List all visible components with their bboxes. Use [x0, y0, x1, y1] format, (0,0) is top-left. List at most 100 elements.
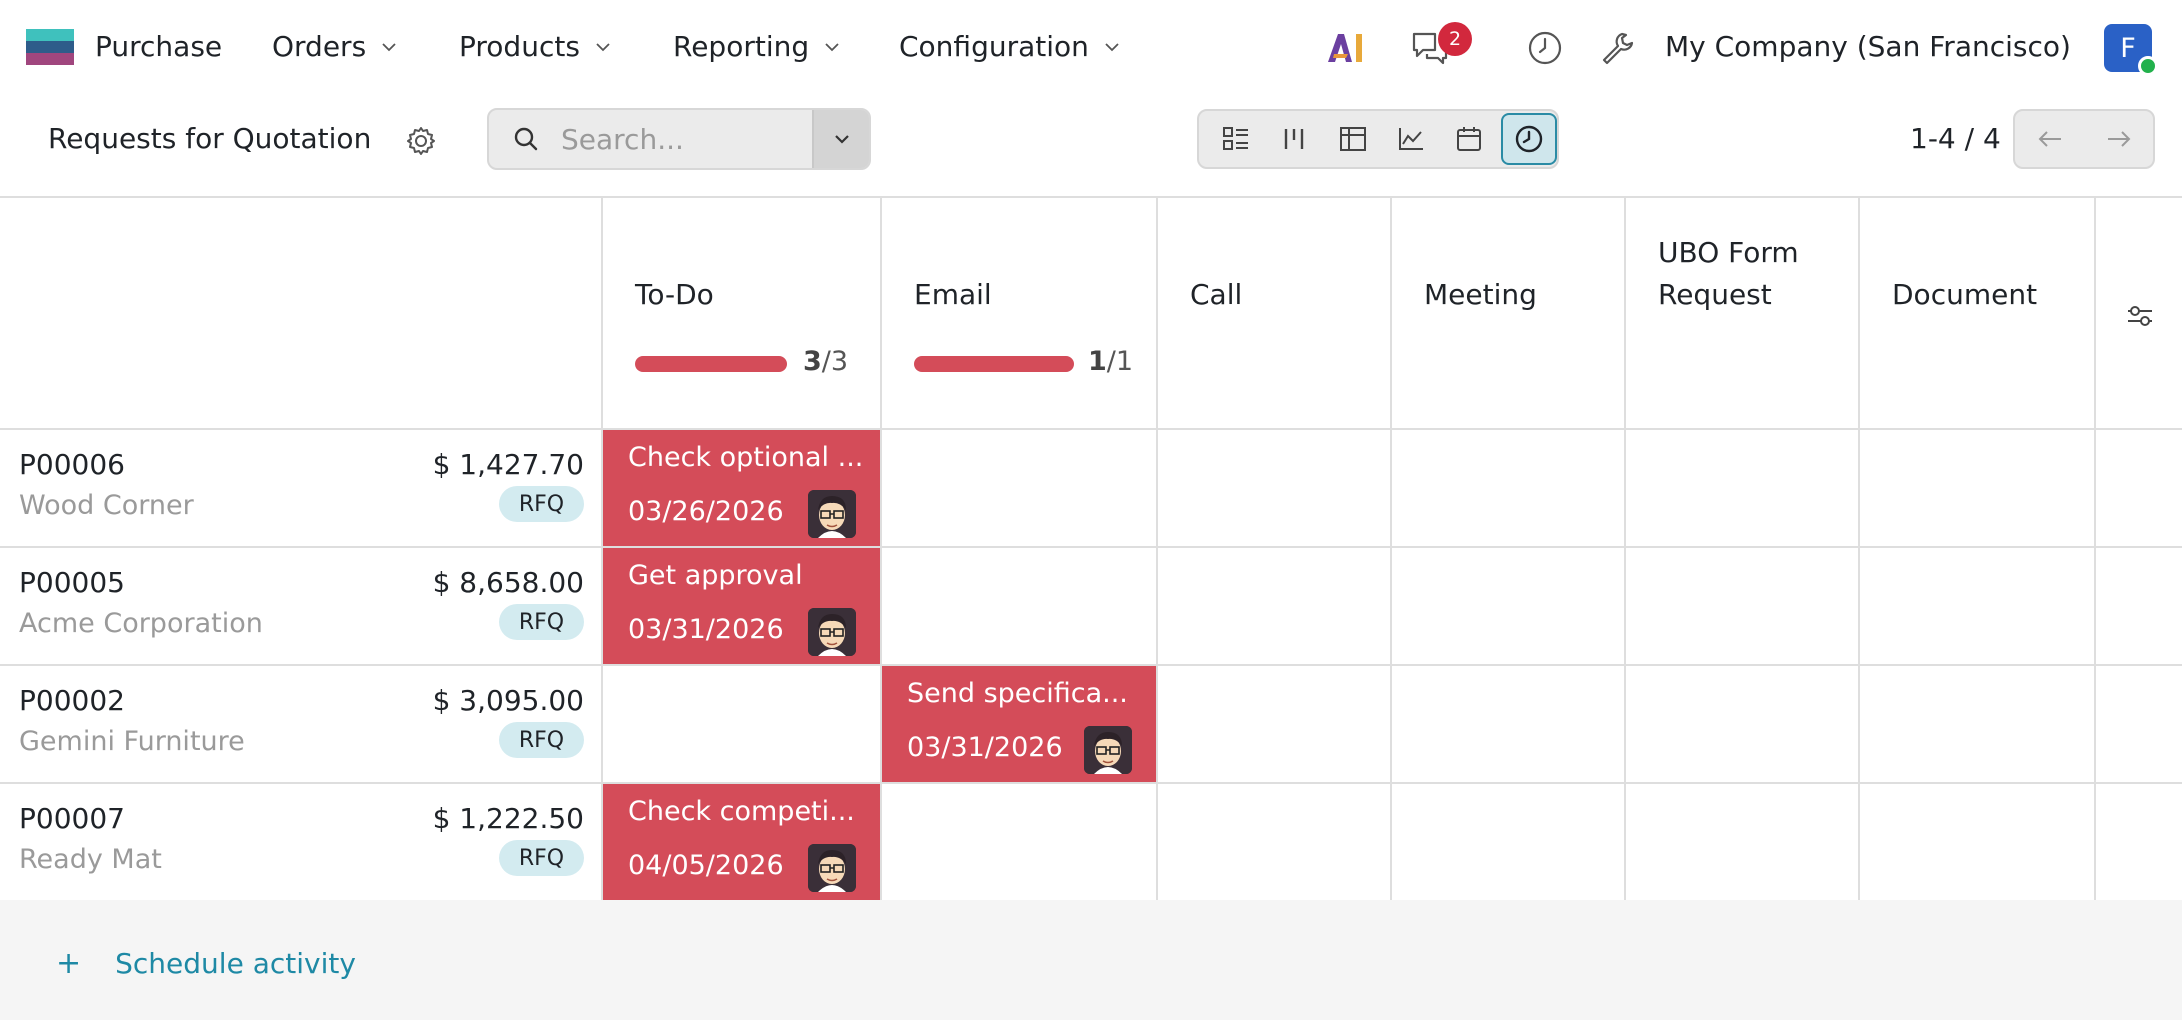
column-title-line2: Request: [1658, 278, 1772, 311]
search-input[interactable]: [561, 122, 801, 156]
arrow-right-icon: [2107, 131, 2130, 147]
record-amount: $ 1,222.50: [432, 802, 584, 835]
pager-previous-button[interactable]: [2015, 111, 2084, 167]
column-settings-icon[interactable]: [2126, 302, 2154, 330]
menu-products-label: Products: [459, 30, 580, 63]
status-badge: RFQ: [499, 486, 584, 522]
activity-summary: Send specifica...: [907, 678, 1128, 709]
menu-products[interactable]: Products: [459, 30, 612, 63]
assignee-avatar[interactable]: [1084, 726, 1132, 774]
activity-view-icon: [1515, 125, 1542, 153]
online-status-dot: [2138, 56, 2158, 76]
ai-icon[interactable]: [1326, 30, 1366, 66]
record-name: P00006: [19, 448, 125, 481]
clock-icon: [1528, 31, 1562, 65]
activity-cell[interactable]: Get approval 03/31/2026: [603, 548, 880, 664]
record-partner: Acme Corporation: [19, 608, 263, 639]
chevron-down-icon: [825, 42, 839, 51]
search-bar: [487, 108, 871, 170]
activity-cell[interactable]: Check optional ... 03/26/2026: [603, 430, 880, 546]
column-header-ubo-form-request[interactable]: UBO Form Request: [1624, 198, 1858, 428]
activity-due-date: 03/31/2026: [628, 614, 784, 645]
table-row[interactable]: P00007 Ready Mat $ 1,222.50 RFQ: [0, 784, 584, 900]
column-title: Meeting: [1424, 278, 1537, 311]
menu-reporting-label: Reporting: [673, 30, 810, 63]
gear-icon[interactable]: [404, 124, 438, 158]
activity-due-date: 03/26/2026: [628, 496, 784, 527]
search-field: [489, 110, 812, 168]
company-switcher[interactable]: My Company (San Francisco): [1665, 30, 2071, 63]
record-partner: Gemini Furniture: [19, 726, 245, 757]
purchase-app-logo[interactable]: [26, 29, 74, 65]
activity-grid: To-Do 3/3 Email 1/1 Call Meeting UBO For…: [0, 196, 2182, 902]
user-avatar[interactable]: F: [2104, 24, 2158, 76]
activity-cell[interactable]: Check competi... 04/05/2026: [603, 784, 880, 900]
view-switcher: [1197, 109, 1559, 169]
pivot-view-button[interactable]: [1324, 113, 1382, 165]
column-title: To-Do: [635, 278, 714, 311]
menu-orders[interactable]: Orders: [272, 30, 398, 63]
chevron-down-icon: [596, 42, 610, 51]
search-options-toggle[interactable]: [812, 110, 869, 168]
menu-reporting[interactable]: Reporting: [673, 30, 841, 63]
email-progress-bar[interactable]: [914, 356, 1074, 372]
record-name: P00005: [19, 566, 125, 599]
activity-due-date: 04/05/2026: [628, 850, 784, 881]
calendar-view-icon: [1457, 127, 1482, 151]
kanban-view-button[interactable]: [1265, 113, 1323, 165]
assignee-avatar[interactable]: [808, 608, 856, 656]
grid-footer: + Schedule activity: [0, 900, 2182, 1020]
debug-wrench-icon[interactable]: [1598, 29, 1636, 67]
pager-buttons: [2013, 109, 2155, 169]
wrench-icon: [1602, 32, 1634, 65]
column-title: Document: [1892, 278, 2038, 311]
plus-icon: +: [56, 946, 82, 981]
menu-orders-label: Orders: [272, 30, 367, 63]
activity-view-button[interactable]: [1500, 113, 1558, 165]
record-amount: $ 3,095.00: [432, 684, 584, 717]
assignee-avatar[interactable]: [808, 490, 856, 538]
pager-next-button[interactable]: [2084, 111, 2153, 167]
table-row[interactable]: P00006 Wood Corner $ 1,427.70 RFQ: [0, 430, 584, 546]
calendar-view-button[interactable]: [1440, 113, 1498, 165]
arrow-left-icon: [2038, 131, 2061, 147]
table-row[interactable]: P00005 Acme Corporation $ 8,658.00 RFQ: [0, 548, 584, 664]
graph-view-button[interactable]: [1382, 113, 1440, 165]
record-partner: Ready Mat: [19, 844, 162, 875]
record-amount: $ 8,658.00: [432, 566, 584, 599]
column-title: Email: [914, 278, 992, 311]
menu-configuration[interactable]: Configuration: [899, 30, 1121, 63]
pager-value[interactable]: 1-4 / 4: [1910, 122, 2001, 155]
status-badge: RFQ: [499, 840, 584, 876]
record-partner: Wood Corner: [19, 490, 194, 521]
column-header-email[interactable]: Email 1/1: [880, 198, 1156, 428]
todo-progress-bar[interactable]: [635, 356, 787, 372]
top-navbar: Purchase Orders Products Reporting Confi…: [0, 0, 2182, 96]
graph-view-icon: [1399, 128, 1424, 150]
activity-summary: Get approval: [628, 560, 803, 591]
status-badge: RFQ: [499, 722, 584, 758]
schedule-activity-button[interactable]: + Schedule activity: [56, 946, 356, 981]
page-title[interactable]: Requests for Quotation: [48, 122, 371, 155]
table-row[interactable]: P00002 Gemini Furniture $ 3,095.00 RFQ: [0, 666, 584, 782]
column-title: UBO Form: [1658, 236, 1799, 269]
search-icon: [514, 127, 538, 151]
list-view-icon: [1223, 127, 1249, 150]
todo-progress-count: 3/3: [803, 346, 849, 377]
chevron-down-icon: [834, 135, 849, 144]
assignee-avatar[interactable]: [808, 844, 856, 892]
column-header-todo[interactable]: To-Do 3/3: [601, 198, 880, 428]
list-view-button[interactable]: [1207, 113, 1265, 165]
activity-due-date: 03/31/2026: [907, 732, 1063, 763]
ai-logo-icon: [1328, 34, 1362, 62]
chevron-down-icon: [1105, 42, 1119, 51]
column-header-call[interactable]: Call: [1156, 198, 1390, 428]
column-header-document[interactable]: Document: [1858, 198, 2094, 428]
activity-cell[interactable]: Send specifica... 03/31/2026: [882, 666, 1156, 782]
column-title: Call: [1190, 278, 1243, 311]
column-header-meeting[interactable]: Meeting: [1390, 198, 1624, 428]
activities-clock-icon[interactable]: [1526, 29, 1564, 67]
user-initial: F: [2120, 32, 2136, 64]
app-name[interactable]: Purchase: [95, 30, 222, 63]
activity-summary: Check optional ...: [628, 442, 864, 473]
